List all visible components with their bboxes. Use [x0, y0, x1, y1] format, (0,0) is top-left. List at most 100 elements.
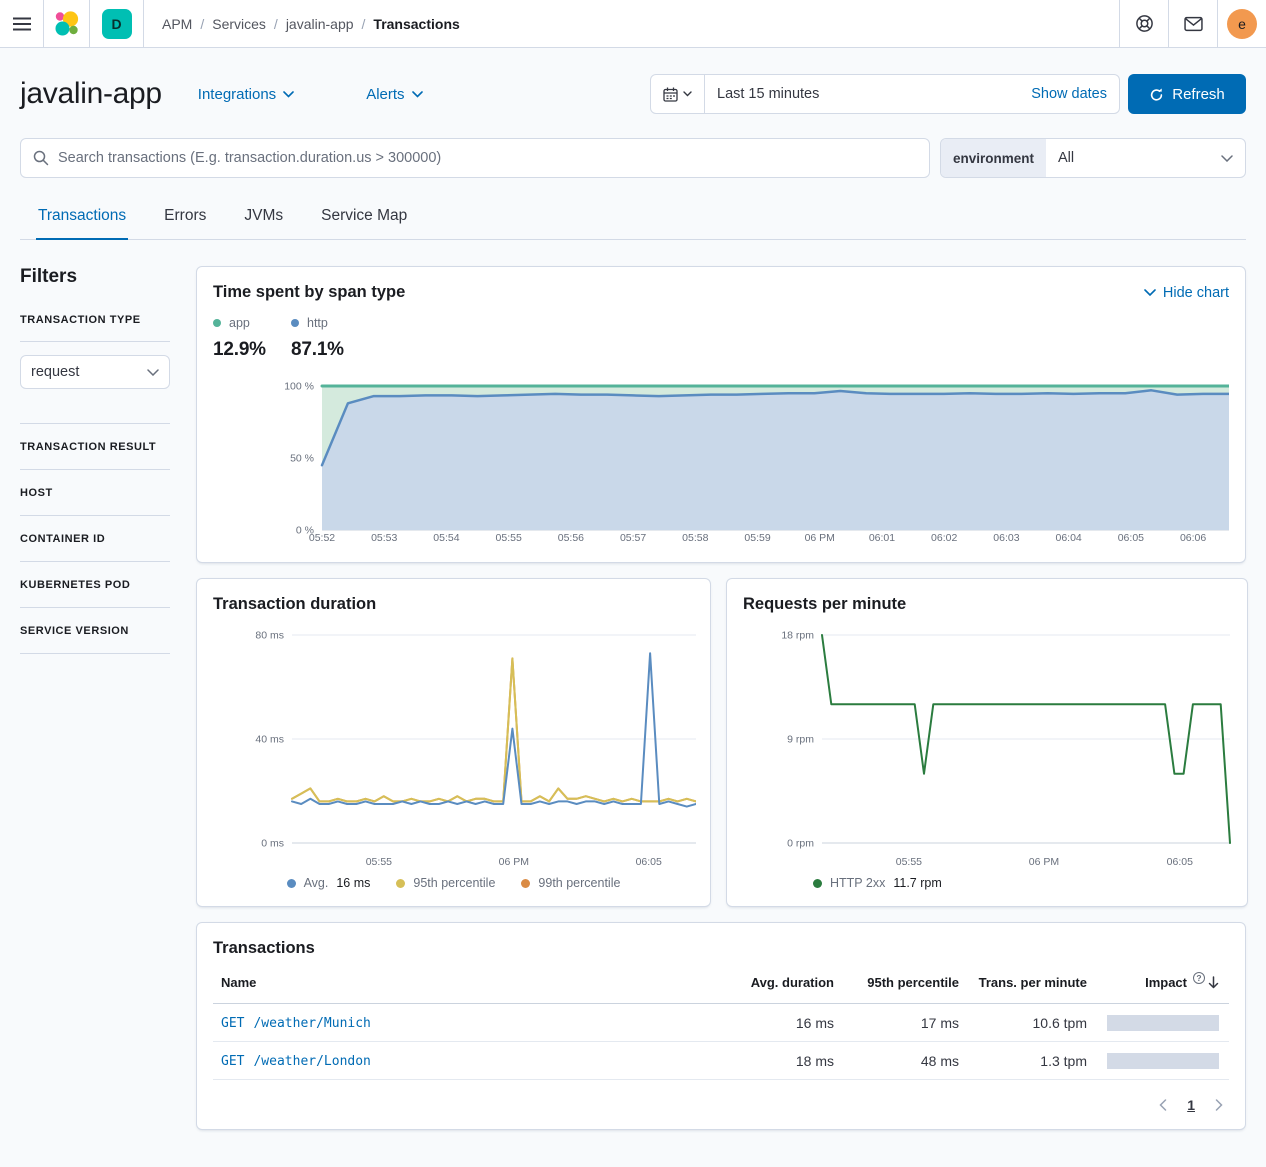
show-dates-link[interactable]: Show dates [1031, 86, 1119, 102]
time-range-value[interactable]: Last 15 minutes [705, 86, 1031, 102]
svg-text:06:06: 06:06 [1180, 532, 1206, 544]
elastic-logo[interactable] [44, 0, 90, 47]
legend-item-http-2xx[interactable]: HTTP 2xx 11.7 rpm [813, 876, 942, 890]
legend-dot [813, 879, 822, 888]
svg-text:06:04: 06:04 [1056, 532, 1082, 544]
tab-bar: Transactions Errors JVMs Service Map [20, 198, 1246, 240]
legend-dot [287, 879, 296, 888]
tab-transactions[interactable]: Transactions [36, 198, 128, 240]
integrations-label: Integrations [198, 86, 276, 103]
duration-title: Transaction duration [213, 595, 694, 614]
page-number[interactable]: 1 [1187, 1097, 1195, 1113]
sort-descending-icon [1208, 976, 1219, 989]
help-tooltip-icon[interactable]: ? [1193, 972, 1205, 984]
search-row: environment All [20, 138, 1246, 178]
tab-service-map[interactable]: Service Map [319, 198, 409, 239]
svg-text:50 %: 50 % [290, 453, 314, 465]
http-method: GET [221, 1054, 244, 1069]
avg-duration-value: 16 ms [716, 1015, 834, 1031]
tab-jvms[interactable]: JVMs [242, 198, 285, 239]
svg-text:05:53: 05:53 [371, 532, 397, 544]
integrations-menu[interactable]: Integrations [198, 86, 294, 103]
top-navigation-bar: D APM / Services / javalin-app / Transac… [0, 0, 1266, 48]
column-header-name[interactable]: Name [213, 975, 716, 990]
legend-value: 16 ms [336, 876, 370, 890]
svg-text:18 rpm: 18 rpm [781, 630, 814, 642]
legend-item-95th[interactable]: 95th percentile [396, 876, 495, 890]
legend-item-http[interactable]: http [291, 316, 369, 330]
menu-button[interactable] [0, 0, 44, 47]
refresh-label: Refresh [1172, 86, 1225, 103]
column-header-impact[interactable]: Impact ? [1087, 975, 1229, 990]
breadcrumb-services[interactable]: Services [212, 16, 266, 32]
legend-item-avg[interactable]: Avg. 16 ms [287, 876, 371, 890]
refresh-button[interactable]: Refresh [1128, 74, 1246, 114]
environment-prepend-label: environment [941, 139, 1046, 177]
environment-select[interactable]: environment All [940, 138, 1246, 178]
legend-item-99th[interactable]: 99th percentile [521, 876, 620, 890]
refresh-icon [1149, 87, 1164, 102]
filter-service-version[interactable]: SERVICE VERSION [20, 625, 129, 637]
svg-text:05:58: 05:58 [682, 532, 708, 544]
legend-label: 99th percentile [538, 876, 620, 890]
user-menu-button[interactable]: e [1217, 0, 1266, 47]
impact-bar [1107, 1015, 1219, 1031]
transaction-type-select[interactable]: request [20, 355, 170, 389]
next-page-button[interactable] [1215, 1099, 1223, 1111]
http-method: GET [221, 1016, 244, 1031]
alerts-menu[interactable]: Alerts [366, 86, 422, 103]
transaction-link-london[interactable]: GET/weather/London [221, 1054, 371, 1069]
environment-value: All [1046, 150, 1221, 166]
alerts-label: Alerts [366, 86, 404, 103]
column-header-trans-per-minute[interactable]: Trans. per minute [959, 975, 1087, 990]
column-header-avg-duration[interactable]: Avg. duration [716, 975, 834, 990]
space-badge: D [102, 9, 132, 39]
hide-chart-link[interactable]: Hide chart [1144, 285, 1229, 301]
chevron-down-icon [1221, 155, 1245, 162]
filter-transaction-result[interactable]: TRANSACTION RESULT [20, 441, 156, 453]
column-header-95th-percentile[interactable]: 95th percentile [834, 975, 959, 990]
rpm-title: Requests per minute [743, 595, 1231, 614]
transaction-link-munich[interactable]: GET/weather/Munich [221, 1016, 371, 1031]
svg-text:0 rpm: 0 rpm [787, 838, 814, 850]
p95-value: 48 ms [834, 1053, 959, 1069]
filter-kubernetes-pod[interactable]: KUBERNETES POD [20, 579, 130, 591]
span-type-title: Time spent by span type [213, 283, 405, 302]
svg-text:06:01: 06:01 [869, 532, 895, 544]
newsfeed-button[interactable] [1168, 0, 1217, 47]
transactions-panel: Transactions Name Avg. duration 95th per… [196, 922, 1246, 1130]
svg-text:06 PM: 06 PM [805, 532, 835, 544]
table-header: Name Avg. duration 95th percentile Trans… [213, 962, 1229, 1004]
legend-dot [521, 879, 530, 888]
svg-text:0 ms: 0 ms [261, 838, 284, 850]
help-button[interactable] [1119, 0, 1168, 47]
space-switcher[interactable]: D [90, 0, 144, 47]
divider [20, 653, 170, 654]
tpm-value: 10.6 tpm [959, 1015, 1087, 1031]
legend-dot [396, 879, 405, 888]
legend-label: Avg. [304, 876, 329, 890]
impact-bar [1107, 1053, 1219, 1069]
svg-text:80 ms: 80 ms [255, 630, 284, 642]
breadcrumb-apm[interactable]: APM [162, 16, 192, 32]
impact-label: Impact [1145, 975, 1187, 990]
service-header: javalin-app Integrations Alerts [20, 74, 1246, 114]
quick-select-button[interactable] [651, 75, 705, 113]
search-input[interactable] [58, 150, 917, 166]
svg-text:06:05: 06:05 [1167, 856, 1193, 868]
avatar: e [1227, 9, 1257, 39]
svg-text:06 PM: 06 PM [499, 856, 529, 868]
filter-host[interactable]: HOST [20, 487, 53, 499]
breadcrumb-service-name[interactable]: javalin-app [286, 16, 354, 32]
previous-page-button[interactable] [1159, 1099, 1167, 1111]
breadcrumb-current: Transactions [373, 16, 459, 32]
legend-item-app[interactable]: app [213, 316, 291, 330]
svg-text:05:52: 05:52 [309, 532, 335, 544]
svg-text:9 rpm: 9 rpm [787, 734, 814, 746]
transaction-duration-panel: Transaction duration 0 ms40 ms80 ms05:55… [196, 578, 711, 907]
filter-container-id[interactable]: CONTAINER ID [20, 533, 105, 545]
svg-text:05:56: 05:56 [558, 532, 584, 544]
legend-label: app [229, 316, 250, 330]
svg-text:05:55: 05:55 [496, 532, 522, 544]
tab-errors[interactable]: Errors [162, 198, 208, 239]
